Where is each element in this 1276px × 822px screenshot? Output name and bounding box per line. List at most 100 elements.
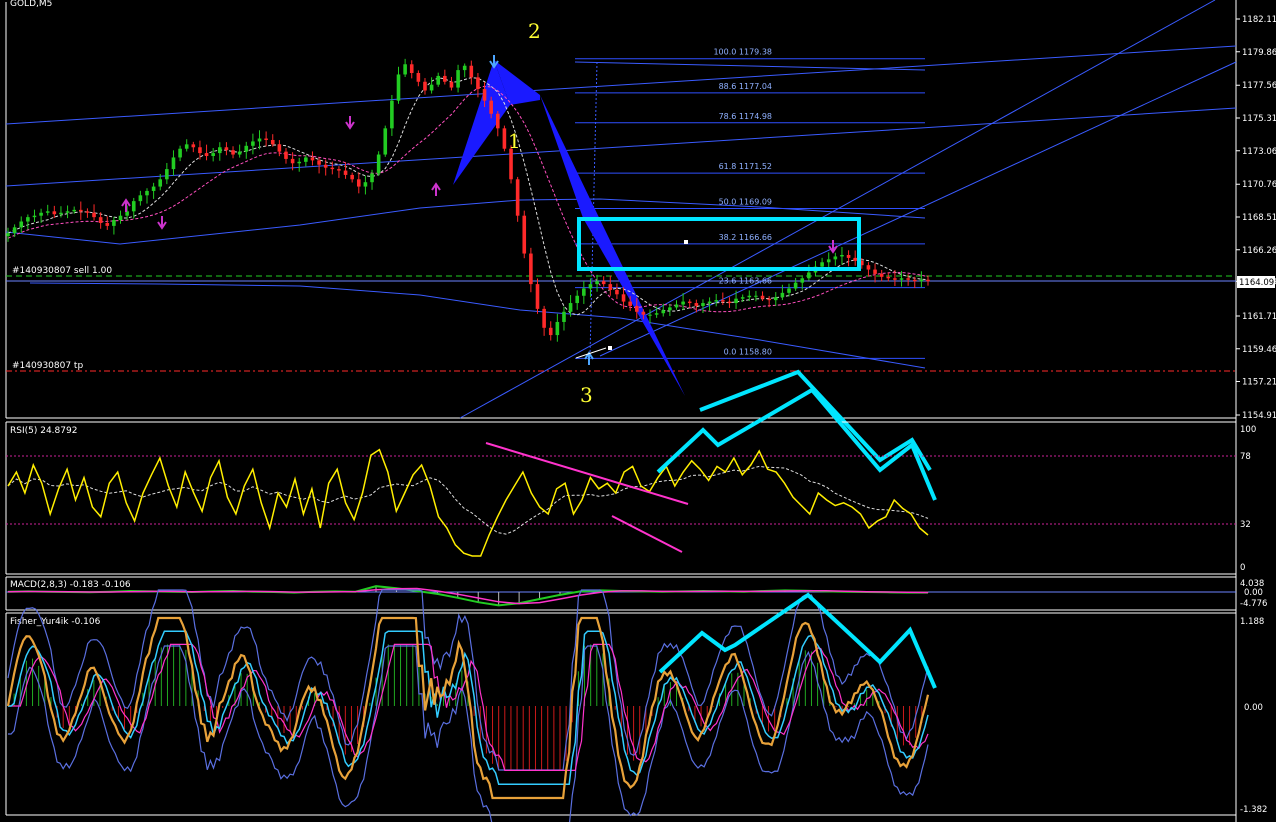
rsi-label: RSI(5) 24.8792 bbox=[10, 426, 77, 436]
candle-body bbox=[727, 301, 732, 304]
candle-body bbox=[6, 233, 10, 237]
candle-body bbox=[721, 300, 725, 302]
candle-body bbox=[482, 89, 487, 101]
candle-body bbox=[840, 254, 844, 257]
candle-body bbox=[403, 64, 407, 75]
candle-body bbox=[165, 169, 169, 180]
tp-label: #140930807 tp bbox=[12, 361, 83, 371]
candle-body bbox=[456, 70, 460, 88]
candle-body bbox=[231, 150, 235, 155]
candle-body bbox=[833, 256, 838, 260]
candle-body bbox=[423, 81, 427, 91]
candle-body bbox=[687, 301, 692, 304]
price-tick-label: 1168.51 bbox=[1242, 213, 1276, 223]
candle-body bbox=[714, 300, 719, 302]
price-tick-label: 1177.56 bbox=[1242, 81, 1276, 91]
candle-body bbox=[906, 278, 910, 280]
price-tick-label: 1166.26 bbox=[1242, 246, 1276, 256]
candle-body bbox=[873, 269, 877, 274]
candle-body bbox=[443, 75, 447, 82]
candle-body bbox=[290, 158, 295, 164]
candle-body bbox=[409, 64, 414, 74]
candle-body bbox=[284, 151, 288, 159]
candle-body bbox=[601, 281, 606, 285]
rsi-tick-78: 78 bbox=[1240, 452, 1251, 462]
candle-body bbox=[138, 195, 143, 202]
wave-label-1: 1 bbox=[508, 129, 521, 153]
candle-body bbox=[707, 301, 712, 304]
candle-body bbox=[337, 169, 341, 171]
candle-body bbox=[535, 284, 540, 309]
rsi-tick-100: 100 bbox=[1240, 425, 1256, 435]
candle-body bbox=[59, 212, 63, 215]
candle-body bbox=[495, 113, 500, 129]
candle-body bbox=[237, 151, 242, 155]
candle-body bbox=[661, 310, 666, 314]
candle-body bbox=[800, 278, 805, 283]
fisher-label: Fisher_Yur4ik -0.106 bbox=[10, 617, 101, 627]
candle-body bbox=[760, 295, 765, 299]
candle-body bbox=[396, 74, 401, 101]
candle-body bbox=[548, 327, 553, 336]
candle-body bbox=[701, 303, 705, 306]
candle-body bbox=[198, 147, 202, 154]
candle-body bbox=[436, 75, 441, 85]
candle-body bbox=[654, 313, 659, 315]
candle-body bbox=[19, 221, 24, 228]
symbol-label: GOLD,M5 bbox=[10, 0, 52, 9]
candle-body bbox=[92, 212, 96, 218]
candle-body bbox=[449, 81, 454, 88]
macd-tick-zero: 0.00 bbox=[1244, 588, 1263, 598]
candle-body bbox=[668, 307, 672, 311]
price-tick-label: 1179.86 bbox=[1242, 48, 1276, 58]
candle-body bbox=[251, 141, 255, 146]
candle-body bbox=[323, 164, 328, 168]
fib-level-label: 23.6 1163.66 bbox=[719, 277, 772, 286]
candle-body bbox=[72, 209, 76, 212]
candle-body bbox=[184, 144, 189, 149]
macd-label: MACD(2,8,3) -0.183 -0.106 bbox=[10, 580, 131, 590]
candle-body bbox=[780, 292, 785, 298]
candle-body bbox=[919, 279, 924, 282]
candle-body bbox=[615, 289, 619, 295]
candle-body bbox=[363, 182, 368, 187]
candle-body bbox=[416, 73, 421, 82]
candle-body bbox=[912, 279, 917, 282]
fisher-tick-zero: 0.00 bbox=[1244, 703, 1263, 713]
candle-body bbox=[390, 100, 394, 129]
candle-body bbox=[211, 153, 215, 156]
candle-body bbox=[568, 303, 573, 312]
price-tick-label: 1157.21 bbox=[1242, 378, 1276, 388]
candle-body bbox=[204, 153, 209, 156]
candle-body bbox=[608, 284, 613, 290]
candle-body bbox=[899, 278, 904, 280]
candle-body bbox=[555, 321, 560, 336]
candle-body bbox=[98, 217, 103, 223]
candle-body bbox=[754, 295, 758, 297]
candle-body bbox=[562, 311, 566, 322]
candle-body bbox=[515, 179, 520, 216]
candle-body bbox=[39, 212, 43, 216]
candle-body bbox=[588, 284, 593, 289]
candle-body bbox=[370, 173, 374, 183]
rsi-tick-32: 32 bbox=[1240, 520, 1251, 530]
candle-body bbox=[350, 174, 354, 180]
candle-body bbox=[429, 84, 434, 91]
candle-body bbox=[747, 295, 752, 298]
price-tick-label: 1173.06 bbox=[1242, 147, 1276, 157]
candle-body bbox=[641, 311, 646, 315]
candle-body bbox=[224, 147, 229, 151]
candle-body bbox=[489, 100, 493, 114]
price-tick-label: 1159.46 bbox=[1242, 345, 1276, 355]
candle-body bbox=[575, 295, 580, 304]
candle-body bbox=[112, 220, 116, 226]
candle-body bbox=[542, 308, 546, 328]
candle-body bbox=[740, 297, 745, 299]
candle-body bbox=[356, 179, 361, 187]
candle-body bbox=[131, 201, 136, 212]
rsi-tick-0: 0 bbox=[1240, 563, 1245, 573]
price-tick-label: 1170.76 bbox=[1242, 180, 1276, 190]
candle-body bbox=[145, 190, 149, 196]
candle-body bbox=[502, 128, 507, 149]
candle-body bbox=[257, 138, 262, 142]
